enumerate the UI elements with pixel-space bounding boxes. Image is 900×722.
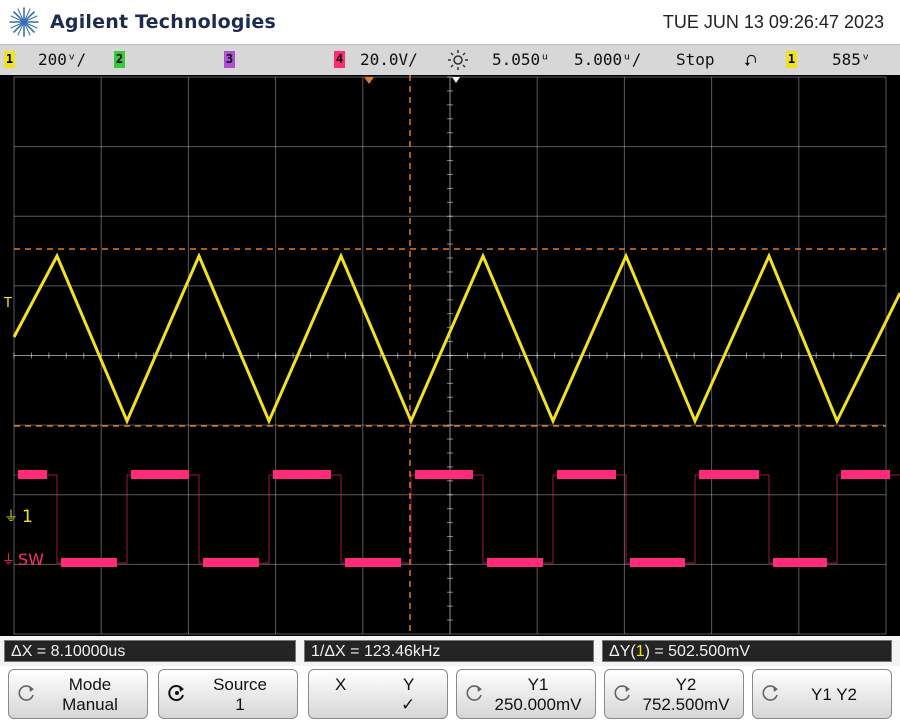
ch4-pulse-segment <box>415 470 473 479</box>
status-bar: 1 200ᵛ/ 2 3 4 20.0V/ 5.050ᵘ 5.000ᵘ/ Stop… <box>0 44 900 76</box>
run-state[interactable]: Stop <box>676 50 715 69</box>
trigger-level-marker: T <box>3 296 12 311</box>
y1-y2-softkey[interactable]: Y1 Y2 <box>752 669 892 719</box>
inverse-delta-x-value: 1/ΔX = 123.46kHz <box>311 643 441 660</box>
brand: Agilent Technologies <box>8 6 276 38</box>
x-option: X <box>335 675 347 694</box>
measurement-bar: ΔX = 8.10000us 1/ΔX = 123.46kHz ΔY(1) = … <box>0 636 900 666</box>
rotate-knob-icon <box>18 685 34 701</box>
rotate-knob-icon <box>762 685 778 701</box>
ch4-scale[interactable]: 20.0V/ <box>360 50 418 69</box>
ch4-pulse-segment <box>203 558 259 567</box>
brand-name: Agilent Technologies <box>50 11 277 33</box>
y1-title: Y1 <box>527 675 549 694</box>
ch4-pulse-segment <box>841 470 890 479</box>
graticule <box>13 76 887 635</box>
ch4-pulse-segment <box>345 558 401 567</box>
trigger-level[interactable]: 585ᵛ <box>832 50 871 69</box>
delta-y-value: ) = 502.500mV <box>644 643 750 660</box>
y-option: Y <box>403 675 415 694</box>
instrument-header: Agilent Technologies TUE JUN 13 09:26:47… <box>0 0 900 44</box>
y1-y2-label: Y1 Y2 <box>810 685 857 704</box>
inverse-delta-x-readout: 1/ΔX = 123.46kHz <box>304 640 594 662</box>
y-selected-check-icon: ✓ <box>401 695 416 714</box>
delta-y-prefix: ΔY( <box>609 643 636 660</box>
y2-value: 752.500mV <box>642 695 730 714</box>
ch1-ground-marker: 1 <box>22 507 33 527</box>
source-value: 1 <box>235 695 245 714</box>
y2-softkey[interactable]: Y2 752.500mV <box>604 669 744 719</box>
y1-value: 250.000mV <box>494 695 582 714</box>
ch2-indicator[interactable]: 2 <box>114 51 125 68</box>
delta-y-readout: ΔY(1) = 502.500mV <box>602 640 892 662</box>
waveform-canvas: T ⏚ 1 ⏚ SW <box>2 75 900 636</box>
rotate-knob-icon <box>466 685 482 701</box>
ch4-edges <box>14 474 900 564</box>
ch4-indicator[interactable]: 4 <box>334 51 345 68</box>
cursor-xy-softkey[interactable]: X Y ✓ <box>308 669 448 719</box>
ch1-triangle-trace <box>12 252 900 425</box>
delta-y-channel: 1 <box>635 643 645 660</box>
source-softkey[interactable]: Source 1 <box>158 669 298 719</box>
sun-trigger-icon <box>448 50 468 70</box>
agilent-spark-logo-icon <box>9 7 39 37</box>
mode-title: Mode <box>68 675 112 694</box>
waveform-display: T ⏚ 1 ⏚ SW <box>0 75 900 636</box>
softkey-bar: Mode Manual Source 1 X Y ✓ Y1 250.000mV Y2 7… <box>0 666 900 722</box>
mode-value: Manual <box>62 695 118 714</box>
ch4-pulse-segment <box>557 470 616 479</box>
ch1-indicator[interactable]: 1 <box>4 51 15 68</box>
source-title: Source <box>213 675 267 694</box>
ch4-label-marker: SW <box>18 550 44 569</box>
delta-x-value: ΔX = 8.10000us <box>11 643 126 660</box>
trigger-slope-icon: ⮏ <box>744 51 757 70</box>
time-scale[interactable]: 5.000ᵘ/ <box>574 50 641 69</box>
rotate-knob-icon <box>614 685 630 701</box>
ch4-ground-icon: ⏚ <box>2 553 15 568</box>
mode-softkey[interactable]: Mode Manual <box>8 669 148 719</box>
entry-knob-icon <box>168 685 184 702</box>
trigger-source[interactable]: 1 <box>786 51 797 68</box>
y1-softkey[interactable]: Y1 250.000mV <box>456 669 596 719</box>
datetime: TUE JUN 13 09:26:47 2023 <box>662 12 884 32</box>
trigger-position-icon <box>364 77 374 84</box>
y2-title: Y2 <box>675 675 697 694</box>
ch4-pulse-segment <box>487 558 543 567</box>
ch4-pulse-segment <box>273 470 331 479</box>
ch4-pulse-segment <box>699 470 759 479</box>
ch4-pulse-segment <box>131 470 189 479</box>
delta-x-readout: ΔX = 8.10000us <box>4 640 296 662</box>
ch4-pulse-segment <box>61 558 117 567</box>
ch4-pulse-segment <box>630 558 685 567</box>
time-reference-icon <box>452 77 460 83</box>
ch1-ground-icon: ⏚ <box>4 509 18 525</box>
ch1-scale[interactable]: 200ᵛ/ <box>38 50 86 69</box>
ch4-pulse-segment <box>18 470 47 479</box>
ch4-pulse-segment <box>773 558 827 567</box>
time-delay[interactable]: 5.050ᵘ <box>492 50 550 69</box>
ch3-indicator[interactable]: 3 <box>224 51 235 68</box>
